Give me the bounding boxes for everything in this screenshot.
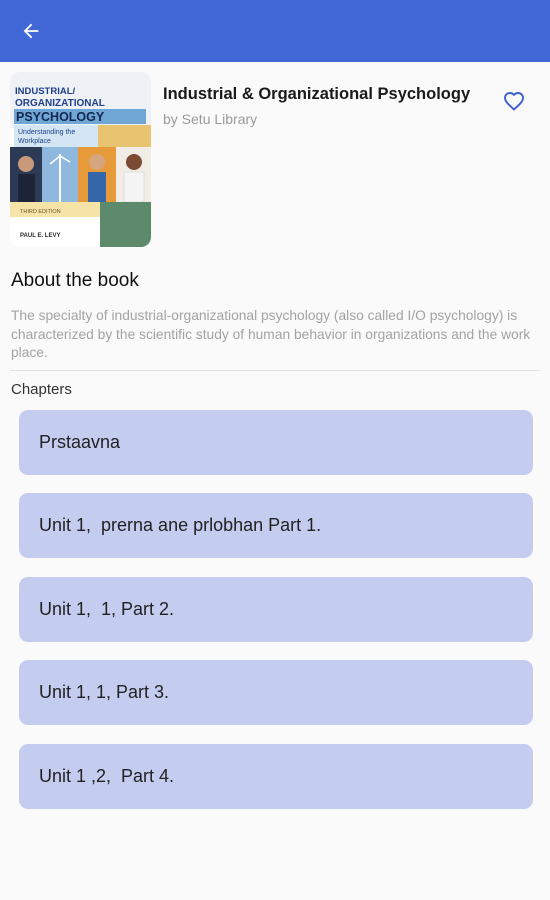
- chapter-item[interactable]: Unit 1, prerna ane prlobhan Part 1.: [19, 493, 533, 559]
- chapter-item[interactable]: Unit 1, 1, Part 2.: [19, 576, 533, 642]
- cover-title-line1: INDUSTRIAL/: [15, 86, 76, 97]
- cover-author: PAUL E. LEVY: [20, 233, 60, 239]
- book-title: Industrial & Organizational Psychology: [163, 85, 471, 103]
- heart-outline-icon: [504, 92, 524, 111]
- arrow-left-icon: [23, 23, 39, 39]
- book-cover: INDUSTRIAL/ ORGANIZATIONAL PSYCHOLOGY Un…: [10, 72, 151, 247]
- chapter-list: Prstaavna Unit 1, prerna ane prlobhan Pa…: [19, 410, 533, 827]
- divider: [10, 370, 540, 371]
- cover-edition: THIRD EDITION: [20, 209, 61, 215]
- book-author: by Setu Library: [163, 111, 258, 127]
- app-bar: [0, 0, 550, 62]
- favorite-button[interactable]: [498, 86, 530, 116]
- chapter-item[interactable]: Prstaavna: [19, 410, 533, 475]
- cover-subtitle1: Understanding the: [18, 129, 75, 136]
- cover-title-line3: PSYCHOLOGY: [16, 110, 105, 124]
- chapters-label: Chapters: [11, 381, 72, 398]
- chapter-item[interactable]: Unit 1 ,2, Part 4.: [19, 743, 533, 809]
- about-heading: About the book: [11, 270, 139, 291]
- back-button[interactable]: [14, 14, 48, 48]
- cover-title-line2: ORGANIZATIONAL: [15, 98, 105, 109]
- about-description: The specialty of industrial-organization…: [11, 308, 531, 360]
- cover-subtitle2: Workplace: [18, 138, 51, 145]
- chapter-item[interactable]: Unit 1, 1, Part 3.: [19, 660, 533, 726]
